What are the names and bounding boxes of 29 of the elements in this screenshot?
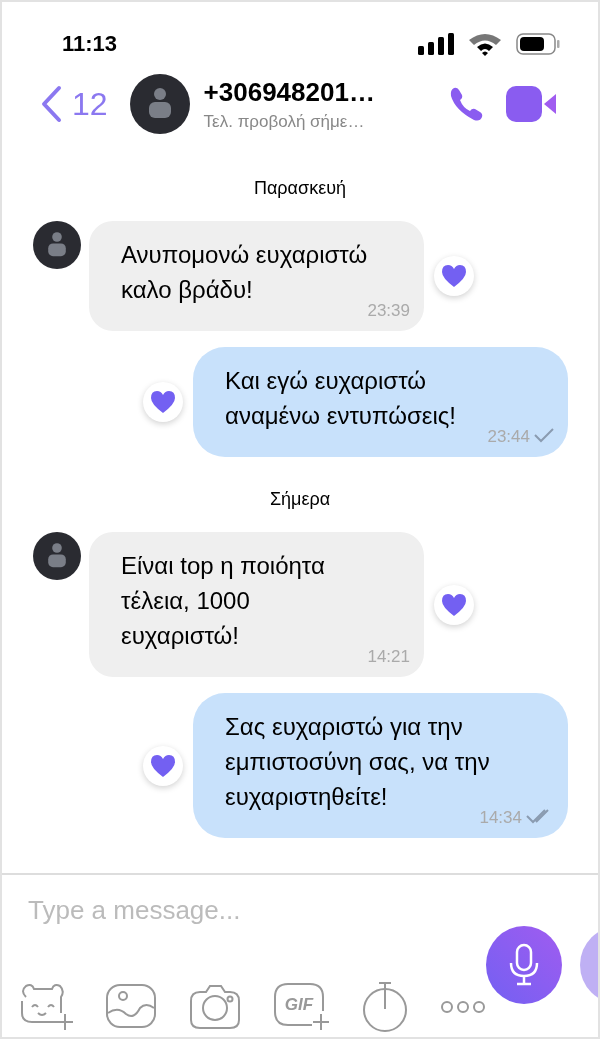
microphone-icon — [508, 943, 540, 987]
timer-icon[interactable] — [362, 982, 408, 1032]
chevron-left-icon — [40, 85, 62, 123]
message-text: Ανυπομονώ ευχαριστώ καλο βράδυ! — [121, 240, 368, 305]
message-time: 23:44 — [487, 427, 530, 447]
gallery-icon[interactable] — [106, 984, 158, 1030]
message-time: 14:34 — [479, 808, 522, 828]
last-seen-text: Τελ. προβολή σήμε… — [203, 111, 366, 132]
wifi-icon — [468, 32, 502, 56]
message-time: 14:21 — [367, 647, 410, 667]
contact-avatar-icon[interactable] — [129, 74, 190, 134]
signal-icon — [418, 33, 454, 55]
sender-avatar-icon — [33, 532, 81, 580]
battery-icon — [516, 33, 560, 55]
back-button[interactable]: 12 — [40, 85, 108, 123]
more-icon[interactable] — [440, 1000, 486, 1014]
sender-avatar-icon — [33, 221, 81, 269]
message-text: Σας ευχαριστώ για την εμπιστοσύνη σας, να την ευχαριστηθείτε! — [225, 712, 491, 811]
camera-icon[interactable] — [190, 984, 242, 1030]
sticker-icon[interactable] — [20, 983, 74, 1031]
message-time: 23:39 — [367, 301, 410, 321]
date-separator: Σήμερα — [269, 489, 331, 510]
message-text: Είναι top η ποιόητα τέλεια, 1000 ευχαριστώ! — [121, 551, 326, 651]
message-text: Και εγώ ευχαριστώ αναμένω εντυπώσεις! — [225, 366, 458, 431]
status-time: 11:13 — [62, 31, 118, 57]
message-input[interactable]: Type a message... — [2, 875, 598, 926]
date-separator: Παρασκευή — [253, 178, 346, 199]
contact-name[interactable]: +306948201… — [203, 76, 426, 108]
video-camera-icon[interactable] — [506, 84, 558, 124]
